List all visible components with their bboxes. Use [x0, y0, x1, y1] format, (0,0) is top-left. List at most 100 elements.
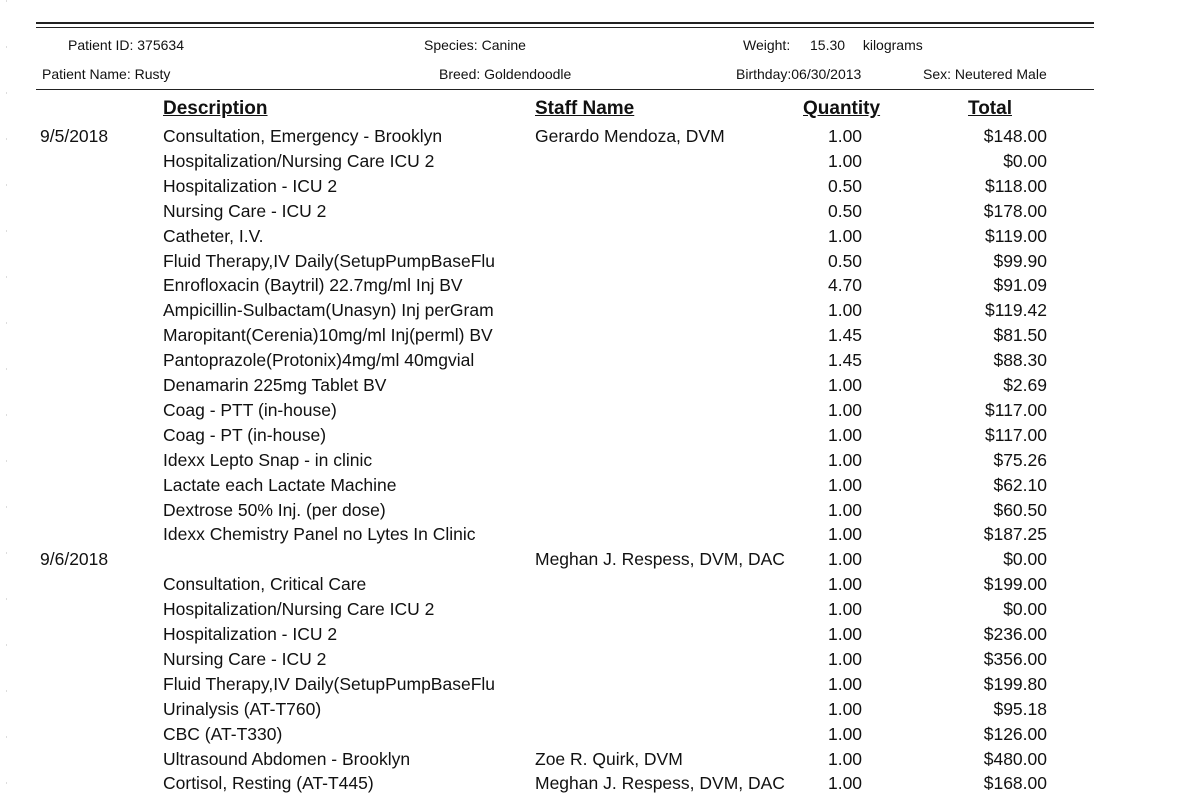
row-description: Hospitalization - ICU 2	[163, 624, 338, 644]
row-quantity: 1.00	[827, 648, 863, 669]
row-description: Cortisol, Resting (AT-T445)	[163, 773, 374, 794]
table-row: Maropitant(Cerenia)10mg/ml Inj(perml) BV…	[0, 323, 1200, 348]
row-description: Idexx Chemistry Panel no Lytes In Clinic	[163, 524, 476, 545]
table-row: Dextrose 50% Inj. (per dose) 1.00 $60.50	[0, 498, 1200, 523]
patient-id: Patient ID: 375634	[68, 37, 184, 53]
row-staff-name: Meghan J. Respess, DVM, DACVECC	[535, 549, 785, 570]
table-row: Idexx Chemistry Panel no Lytes In Clinic…	[0, 522, 1200, 547]
weight-value: 15.30	[810, 37, 846, 53]
birthday-label: Birthday:	[736, 66, 792, 82]
row-total: $0.00	[1003, 150, 1047, 171]
table-row: Hospitalization/Nursing Care ICU 2 1.00 $0…	[0, 597, 1200, 622]
row-description: Coag - PTT (in-house)	[163, 399, 337, 420]
patient-name-value: Rusty	[134, 66, 171, 82]
table-row: Hospitalization - ICU 2 1.00 $236.00	[0, 622, 1200, 647]
row-description: Urinalysis (AT-T760)	[163, 698, 322, 719]
top-rule-thin	[36, 27, 1094, 28]
sex: Sex: Neutered Male	[923, 66, 1047, 82]
row-description: Maropitant(Cerenia)10mg/ml Inj(perml) BV	[163, 325, 493, 346]
weight-unit: kilograms	[862, 37, 923, 53]
row-total: $480.00	[983, 748, 1047, 769]
row-staff-name: Zoe R. Quirk, DVM	[535, 748, 683, 769]
row-total: $126.00	[983, 723, 1047, 744]
table-row: Hospitalization/Nursing Care ICU 2 1.00 $0…	[0, 149, 1200, 174]
row-total: $2.69	[1003, 375, 1047, 395]
patient-name: Patient Name: Rusty	[42, 66, 170, 82]
row-staff-name: Meghan J. Respess, DVM, DACVECC	[535, 773, 785, 794]
row-description: CBC (AT-T330)	[163, 723, 283, 744]
row-total: $119.42	[985, 300, 1047, 321]
sex-value: Neutered Male	[954, 66, 1047, 82]
row-description: Hospitalization/Nursing Care ICU 2	[163, 599, 435, 620]
table-row: Nursing Care - ICU 2 0.50 $178.00	[0, 199, 1200, 224]
row-total: $119.00	[985, 225, 1047, 246]
row-total: $99.90	[993, 250, 1047, 271]
weight: Weight: 15.30 kilograms	[743, 37, 923, 53]
table-row: Pantoprazole(Protonix)4mg/ml 40mgvial 1.4…	[0, 348, 1200, 373]
row-description: Hospitalization - ICU 2	[163, 175, 338, 196]
row-quantity: 1.00	[827, 225, 863, 246]
row-total: $91.09	[993, 275, 1047, 296]
row-total: $148.00	[983, 126, 1047, 146]
row-quantity: 1.00	[827, 126, 863, 146]
row-total: $168.00	[983, 773, 1047, 794]
row-quantity: 1.45	[827, 325, 863, 346]
table-row: Denamarin 225mg Tablet BV 1.00 $2.69	[0, 373, 1200, 398]
row-quantity: 1.00	[827, 524, 863, 545]
breed-value: Goldendoodle	[484, 66, 572, 82]
patient-id-value: 375634	[137, 37, 184, 53]
row-total: $0.00	[1003, 599, 1047, 620]
table-row: Nursing Care - ICU 2 1.00 $356.00	[0, 647, 1200, 672]
row-quantity: 1.00	[827, 599, 863, 620]
species: Species: Canine	[424, 37, 526, 53]
row-total: $62.10	[993, 474, 1047, 495]
row-total: $75.26	[993, 449, 1047, 470]
column-header-description: Description	[163, 98, 268, 119]
row-total: $236.00	[983, 624, 1047, 644]
row-total: $81.50	[993, 325, 1047, 346]
table-row: Enrofloxacin (Baytril) 22.7mg/ml Inj BV 4…	[0, 273, 1200, 298]
table-row: Ampicillin-Sulbactam(Unasyn) Inj perGram…	[0, 298, 1200, 323]
species-label: Species:	[424, 37, 478, 53]
row-date: 9/6/2018	[40, 549, 109, 570]
row-quantity: 1.00	[827, 698, 863, 719]
table-row: Lactate each Lactate Machine 1.00 $62.10	[0, 473, 1200, 498]
column-header-quantity: Quantity	[803, 98, 881, 119]
row-quantity: 1.00	[827, 449, 863, 470]
row-quantity: 1.00	[827, 399, 863, 420]
row-quantity: 1.00	[827, 424, 863, 445]
breed-label: Breed:	[439, 66, 481, 82]
row-total: $187.25	[983, 524, 1047, 545]
table-row: Fluid Therapy,IV Daily(SetupPumpBaseFlu 1…	[0, 672, 1200, 697]
row-description: Catheter, I.V.	[163, 225, 264, 246]
row-quantity: 1.00	[827, 574, 863, 595]
column-header-total: Total	[968, 98, 1012, 119]
row-description: Consultation, Critical Care	[163, 574, 367, 595]
row-quantity: 4.70	[827, 275, 863, 296]
row-total: $356.00	[983, 648, 1047, 669]
row-total: $117.00	[985, 424, 1047, 445]
row-quantity: 1.00	[827, 549, 863, 570]
row-total: $199.00	[983, 574, 1047, 595]
table-row: Urinalysis (AT-T760) 1.00 $95.18	[0, 697, 1200, 722]
row-quantity: 1.00	[827, 748, 863, 769]
top-rule	[36, 22, 1094, 24]
row-description: Idexx Lepto Snap - in clinic	[163, 449, 373, 470]
row-description: Dextrose 50% Inj. (per dose)	[163, 499, 386, 520]
row-quantity: 1.00	[827, 673, 863, 694]
header-rule	[36, 89, 1094, 90]
row-quantity: 0.50	[827, 250, 863, 271]
row-description: Coag - PT (in-house)	[163, 424, 327, 445]
row-staff-name: Gerardo Mendoza, DVM	[535, 126, 725, 146]
species-value: Canine	[481, 37, 526, 53]
row-total: $178.00	[983, 200, 1047, 221]
table-row: Consultation, Critical Care 1.00 $199.00	[0, 572, 1200, 597]
table-row: Fluid Therapy,IV Daily(SetupPumpBaseFlu 0…	[0, 249, 1200, 274]
row-quantity: 1.45	[827, 350, 863, 371]
table-row: 9/6/2018 Meghan J. Respess, DVM, DACVECC 1…	[0, 547, 1200, 572]
table-row: Idexx Lepto Snap - in clinic 1.00 $75.26	[0, 448, 1200, 473]
row-description: Fluid Therapy,IV Daily(SetupPumpBaseFlu	[163, 250, 496, 271]
row-description: Ultrasound Abdomen - Brooklyn	[163, 748, 411, 769]
weight-label: Weight:	[743, 37, 791, 53]
table-row: CBC (AT-T330) 1.00 $126.00	[0, 722, 1200, 747]
